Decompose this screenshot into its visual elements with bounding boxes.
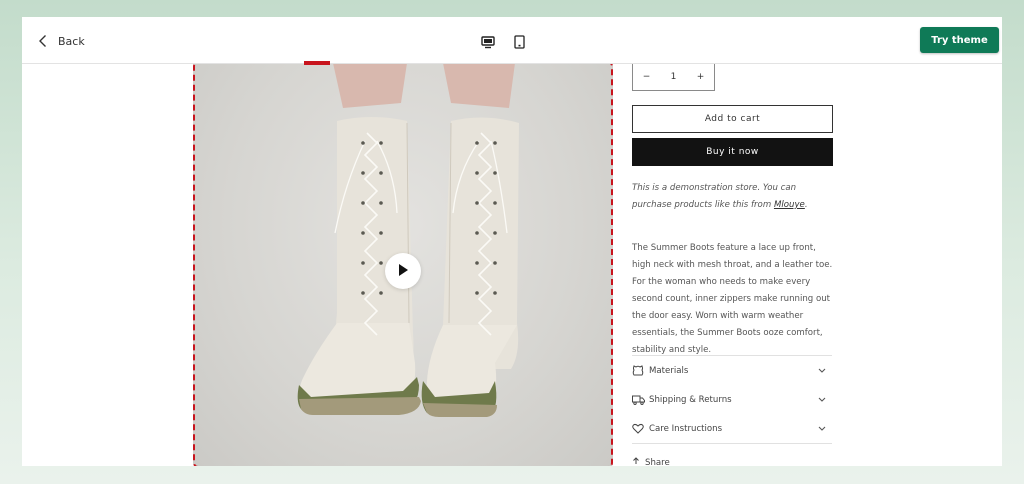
preview-toolbar: Back Try theme bbox=[22, 17, 1002, 64]
try-theme-button[interactable]: Try theme bbox=[920, 27, 999, 53]
product-description: The Summer Boots feature a lace up front… bbox=[632, 243, 833, 355]
back-button[interactable]: Back bbox=[38, 31, 85, 51]
add-to-cart-button[interactable]: Add to cart bbox=[632, 105, 833, 133]
share-icon bbox=[632, 457, 640, 466]
chevron-down-icon bbox=[818, 396, 826, 406]
share-label: Share bbox=[645, 457, 670, 467]
demo-notice-text: This is a demonstration store. You can p… bbox=[632, 183, 797, 210]
mobile-view-icon[interactable] bbox=[514, 34, 525, 53]
demo-store-notice: This is a demonstration store. You can p… bbox=[632, 180, 837, 214]
quantity-stepper: − 1 + bbox=[632, 63, 715, 91]
accordion-shipping[interactable]: Shipping & Returns bbox=[632, 385, 832, 414]
leather-icon bbox=[632, 365, 649, 376]
chevron-down-icon bbox=[818, 425, 826, 435]
device-toggle bbox=[481, 34, 525, 53]
back-label: Back bbox=[58, 34, 85, 48]
product-media-highlighted[interactable] bbox=[193, 61, 613, 466]
chevron-down-icon bbox=[818, 367, 826, 377]
theme-preview-frame: Back Try theme − 1 + Add to cart Buy it … bbox=[22, 17, 1002, 466]
heart-icon bbox=[632, 423, 649, 434]
play-video-button[interactable] bbox=[385, 253, 421, 289]
buy-it-now-button[interactable]: Buy it now bbox=[632, 138, 833, 166]
play-icon bbox=[397, 262, 409, 281]
quantity-decrease-button[interactable]: − bbox=[633, 72, 660, 82]
vendor-link[interactable]: Mlouye bbox=[774, 200, 805, 210]
accordion-shipping-label: Shipping & Returns bbox=[649, 394, 732, 405]
share-button[interactable]: Share bbox=[632, 457, 670, 466]
accordion-materials[interactable]: Materials bbox=[632, 356, 832, 385]
quantity-increase-button[interactable]: + bbox=[687, 72, 714, 82]
chevron-left-icon bbox=[38, 34, 48, 48]
product-accordion: Materials Shipping & Returns Care Instru bbox=[632, 355, 832, 444]
accordion-materials-label: Materials bbox=[649, 365, 689, 376]
accordion-care-label: Care Instructions bbox=[649, 423, 723, 434]
desktop-view-icon[interactable] bbox=[481, 34, 495, 53]
selection-tab-marker bbox=[304, 61, 330, 65]
truck-icon bbox=[632, 395, 649, 405]
accordion-care[interactable]: Care Instructions bbox=[632, 414, 832, 444]
quantity-value[interactable]: 1 bbox=[660, 72, 687, 82]
demo-notice-end: . bbox=[804, 200, 808, 210]
